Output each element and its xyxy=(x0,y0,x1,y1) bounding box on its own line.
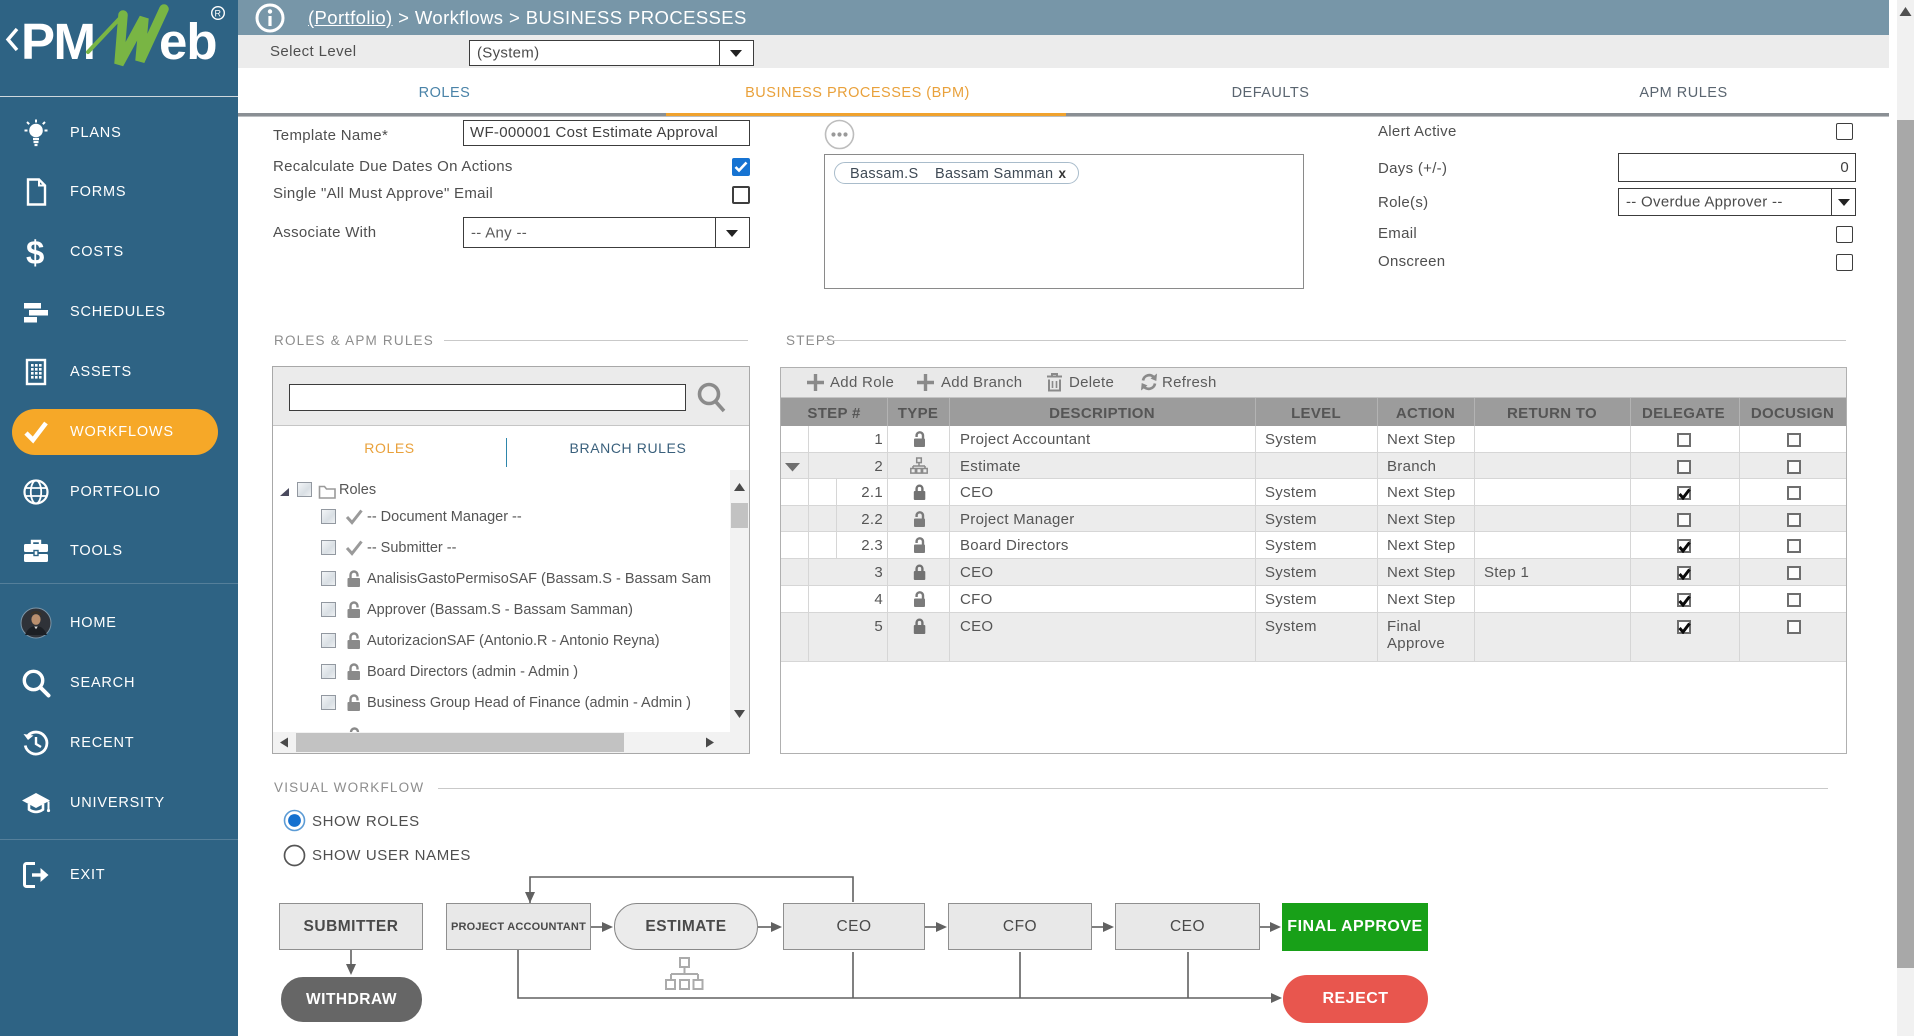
svg-text:PM: PM xyxy=(21,13,95,70)
svg-text:$: $ xyxy=(26,236,44,268)
svg-text:R: R xyxy=(215,9,222,19)
svg-text:eb: eb xyxy=(159,13,217,70)
